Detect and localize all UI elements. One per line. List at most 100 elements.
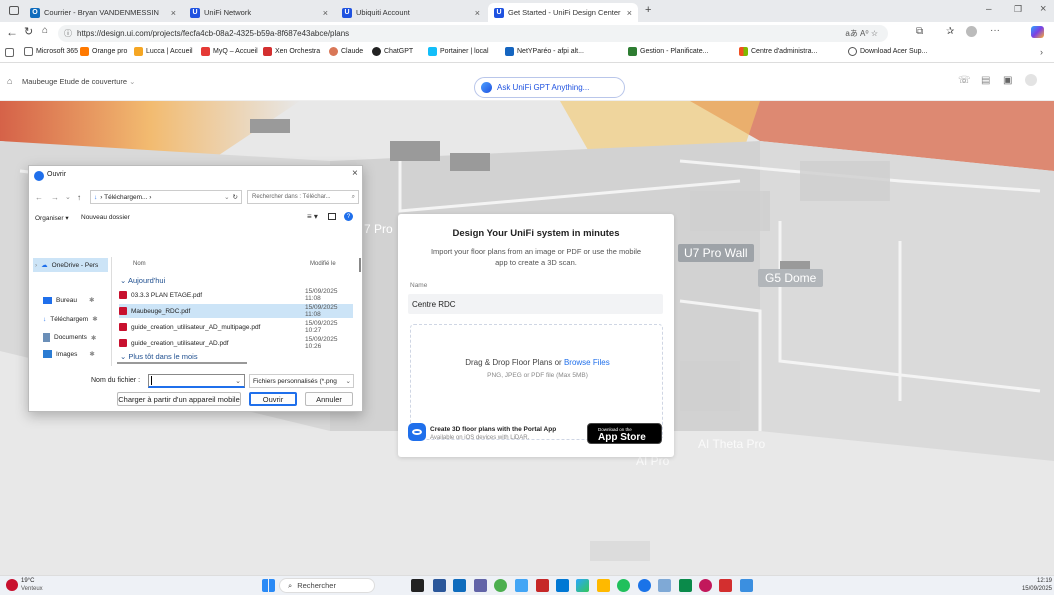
bookmark-microsoft365[interactable]: Microsoft 365: [24, 47, 78, 56]
tab-ubiquiti-account[interactable]: U Ubiquiti Account ×: [336, 3, 486, 22]
up-arrow-icon[interactable]: ↑: [77, 193, 81, 202]
help-icon[interactable]: ?: [344, 212, 353, 221]
url-right-icons[interactable]: aあ A⁰ ☆: [845, 28, 878, 39]
app-icon-4[interactable]: [494, 579, 507, 592]
browse-files-link[interactable]: Browse Files: [564, 358, 610, 367]
workspace-icon[interactable]: [5, 48, 14, 57]
bookmark-myq[interactable]: MyQ – Accueil: [201, 47, 258, 56]
horizontal-scrollbar[interactable]: [117, 362, 247, 364]
bookmark-claude[interactable]: Claude: [329, 47, 363, 56]
file-explorer-icon[interactable]: [597, 579, 610, 592]
app-icon-5[interactable]: [515, 579, 528, 592]
app-icon-2[interactable]: [453, 579, 466, 592]
bookmark-lucca[interactable]: Lucca | Accueil: [134, 47, 193, 56]
profile-avatar[interactable]: [966, 26, 977, 37]
bookmark-xen[interactable]: Xen Orchestra: [263, 47, 320, 56]
col-header-name[interactable]: Nom: [133, 261, 146, 267]
dialog-search-input[interactable]: Rechercher dans : Téléchar... ⌕: [247, 190, 359, 204]
bookmark-acer[interactable]: Download Acer Sup...: [848, 47, 927, 56]
filename-input[interactable]: ⌄: [148, 374, 245, 388]
name-input[interactable]: Centre RDC: [408, 294, 663, 314]
file-row-selected[interactable]: Maubeuge_RDC.pdf 15/09/2025 11:08: [119, 304, 353, 318]
mobile-upload-button[interactable]: Charger à partir d'un appareil mobile: [117, 392, 241, 406]
app-icon-11[interactable]: [638, 579, 651, 592]
device-icon[interactable]: ▣: [1003, 75, 1012, 86]
app-icon-16[interactable]: [740, 579, 753, 592]
file-type-filter[interactable]: Fichiers personnalisés (*.png ⌄: [249, 374, 354, 388]
tab-actions-icon[interactable]: [9, 6, 19, 15]
chat-icon[interactable]: ▤: [981, 75, 990, 86]
group-today[interactable]: ⌄ Aujourd'hui: [120, 276, 165, 285]
scrollbar-thumb[interactable]: [359, 258, 361, 272]
ap-label-g5dome[interactable]: G5 Dome: [758, 269, 824, 287]
ap-label-aitheta[interactable]: AI Theta Pro: [698, 437, 765, 451]
bookmark-centre-admin[interactable]: Centre d'administra...: [739, 47, 817, 56]
cancel-button[interactable]: Annuler: [305, 392, 353, 406]
recent-chevron-icon[interactable]: ⌄: [65, 193, 71, 201]
view-options-icon[interactable]: ≡ ▾: [307, 212, 318, 221]
refresh-icon[interactable]: ↻: [24, 25, 33, 38]
tab-unifi-network[interactable]: U UniFi Network ×: [184, 3, 334, 22]
organiser-menu[interactable]: Organiser ▾: [35, 214, 69, 222]
tab-design-center[interactable]: U Get Started - UniFi Design Center ×: [488, 3, 638, 22]
close-tab-icon[interactable]: ×: [475, 8, 480, 18]
app-icon-13[interactable]: [679, 579, 692, 592]
support-icon[interactable]: ☏: [958, 75, 971, 86]
back-arrow-icon[interactable]: ←: [35, 193, 43, 202]
close-tab-icon[interactable]: ×: [627, 8, 632, 18]
dialog-close-icon[interactable]: ×: [352, 168, 358, 179]
app-icon-10[interactable]: [617, 579, 630, 592]
bookmark-orange[interactable]: Orange pro: [80, 47, 127, 56]
more-menu-icon[interactable]: ···: [990, 25, 1000, 36]
favorites-icon[interactable]: ✰: [946, 26, 954, 37]
app-icon-12[interactable]: [658, 579, 671, 592]
close-tab-icon[interactable]: ×: [323, 8, 328, 18]
file-row[interactable]: 03.3.3 PLAN ETAGE.pdf 15/09/2025 11:08: [119, 288, 353, 302]
app-icon-1[interactable]: [433, 579, 446, 592]
ask-gpt-button[interactable]: Ask UniFi GPT Anything...: [474, 77, 625, 98]
copilot-icon[interactable]: [1031, 26, 1044, 38]
col-header-modified[interactable]: Modifié le: [310, 261, 336, 267]
close-window-icon[interactable]: ×: [1040, 3, 1046, 15]
nav-item-documents[interactable]: Documents ✱: [43, 333, 96, 342]
home-icon[interactable]: ⌂: [42, 25, 48, 36]
preview-pane-icon[interactable]: [328, 213, 336, 220]
chevron-right-icon[interactable]: ›: [1040, 47, 1043, 57]
app-store-button[interactable]: Download on the App Store: [587, 423, 662, 444]
clock-time[interactable]: 12:19: [1008, 578, 1052, 584]
nav-item-bureau[interactable]: Bureau ✱: [43, 296, 94, 304]
tab-courrier[interactable]: O Courrier - Bryan VANDENMESSIN ×: [24, 3, 182, 22]
app-icon-14[interactable]: [699, 579, 712, 592]
bookmark-netypareo[interactable]: NetYParéo - afpi alt...: [505, 47, 584, 56]
bookmark-portainer[interactable]: Portainer | local: [428, 47, 489, 56]
url-bar[interactable]: ⓘ https://design.ui.com/projects/fecfa4c…: [58, 25, 888, 42]
minimize-icon[interactable]: –: [986, 4, 992, 15]
weather-icon[interactable]: [6, 579, 18, 591]
weather-desc[interactable]: Venteux: [21, 586, 43, 592]
teams-icon[interactable]: [474, 579, 487, 592]
open-button[interactable]: Ouvrir: [249, 392, 297, 406]
ap-label-u7prowall[interactable]: U7 Pro Wall: [678, 244, 754, 262]
path-breadcrumb[interactable]: ↓ › Téléchargem... › ⌄ ↻: [90, 190, 242, 204]
bookmark-gestion[interactable]: Gestion - Planificate...: [628, 47, 708, 56]
acrobat-icon[interactable]: [719, 579, 732, 592]
group-earlier[interactable]: ⌄ Plus tôt dans le mois: [120, 352, 198, 361]
nav-item-images[interactable]: Images ✱: [43, 350, 95, 358]
home-building-icon[interactable]: ⌂: [7, 76, 12, 86]
ap-label-u7pro[interactable]: 7 Pro: [364, 222, 393, 236]
vscode-icon[interactable]: [556, 579, 569, 592]
back-icon[interactable]: ←: [6, 25, 18, 39]
edge-icon[interactable]: [576, 579, 589, 592]
start-menu-icon[interactable]: [262, 579, 275, 592]
site-info-icon[interactable]: ⓘ: [64, 28, 72, 39]
weather-temp[interactable]: 19°C: [21, 578, 34, 584]
project-selector[interactable]: Maubeuge Etude de couverture ⌄: [22, 77, 135, 86]
file-row[interactable]: guide_creation_utilisateur_AD.pdf 15/09/2…: [119, 336, 353, 350]
task-view-icon[interactable]: [411, 579, 424, 592]
new-tab-button[interactable]: +: [645, 4, 651, 16]
close-tab-icon[interactable]: ×: [171, 8, 176, 18]
maximize-icon[interactable]: ❐: [1014, 4, 1022, 15]
forward-arrow-icon[interactable]: →: [51, 193, 59, 202]
bookmark-chatgpt[interactable]: ChatGPT: [372, 47, 413, 56]
clock-date[interactable]: 15/09/2025: [1008, 586, 1052, 592]
